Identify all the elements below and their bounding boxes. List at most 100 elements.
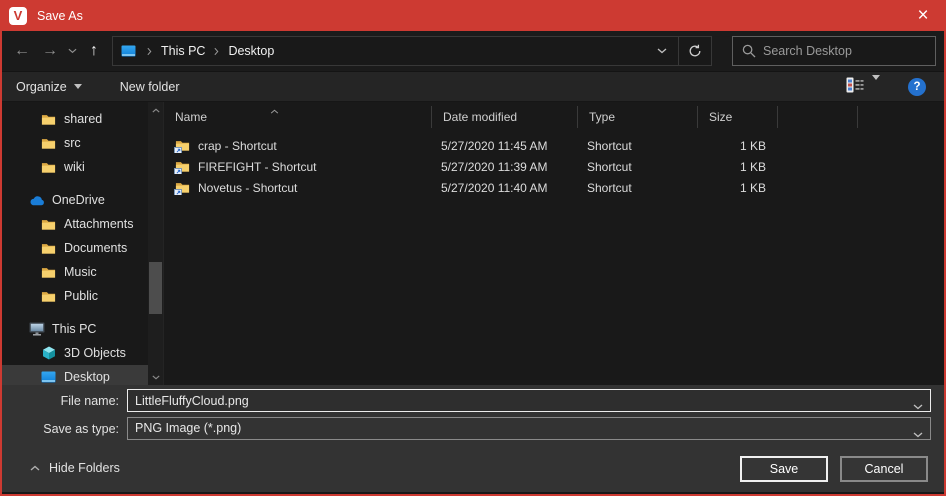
folder-icon: [40, 242, 57, 255]
list-header: Name Date modified Type Size: [164, 102, 944, 132]
chevron-down-icon: [74, 84, 82, 89]
column-header-type[interactable]: Type: [578, 106, 698, 128]
scroll-down-icon[interactable]: [148, 369, 163, 385]
new-folder-button[interactable]: New folder: [120, 80, 180, 94]
sidebar-item-label: 3D Objects: [64, 346, 126, 360]
sidebar-item-wiki[interactable]: wiki: [2, 155, 148, 179]
shortcut-arrow-icon: [174, 147, 182, 153]
column-header-date-modified[interactable]: Date modified: [432, 106, 578, 128]
shortcut-arrow-icon: [174, 189, 182, 195]
file-size: 1 KB: [698, 181, 778, 195]
column-header-blank: [778, 106, 858, 128]
sidebar-item-label: Documents: [64, 241, 127, 255]
address-dropdown-icon[interactable]: [646, 37, 678, 65]
refresh-icon[interactable]: [679, 37, 711, 65]
folder-icon: [40, 218, 57, 231]
sidebar-item-label: Music: [64, 265, 97, 279]
view-dropdown-icon[interactable]: [872, 80, 880, 94]
file-name-label: File name:: [2, 394, 127, 408]
sidebar-item-src[interactable]: src: [2, 131, 148, 155]
back-button[interactable]: ←: [8, 37, 36, 65]
table-row[interactable]: Novetus - Shortcut 5/27/2020 11:40 AM Sh…: [164, 177, 944, 198]
breadcrumb-desktop[interactable]: Desktop: [224, 44, 278, 58]
breadcrumb-chevron-icon: [142, 47, 157, 56]
file-type: Shortcut: [578, 139, 698, 153]
file-date: 5/27/2020 11:45 AM: [432, 139, 578, 153]
desktop-icon: [40, 371, 57, 383]
search-input[interactable]: [763, 44, 935, 58]
folder-icon: [40, 290, 57, 303]
cancel-button[interactable]: Cancel: [840, 456, 928, 482]
chevron-down-icon[interactable]: [913, 425, 923, 443]
file-type: Shortcut: [578, 181, 698, 195]
file-name: crap - Shortcut: [198, 139, 277, 153]
shortcut-arrow-icon: [174, 168, 182, 174]
folder-icon: [40, 113, 57, 126]
sidebar-scrollbar[interactable]: [148, 102, 163, 385]
help-icon[interactable]: ?: [908, 78, 926, 96]
organize-button[interactable]: Organize: [16, 80, 82, 94]
file-list: Name Date modified Type Size crap: [163, 102, 944, 385]
chevron-down-icon[interactable]: [913, 397, 923, 415]
shortcut-folder-icon: [175, 139, 191, 153]
footer-bar: Hide Folders Save Cancel: [2, 445, 944, 492]
address-bar[interactable]: This PC Desktop: [112, 36, 712, 66]
column-header-name[interactable]: Name: [164, 106, 432, 128]
content-area: shared src wiki OneDrive: [2, 102, 944, 385]
column-header-size[interactable]: Size: [698, 106, 778, 128]
sidebar-item-label: wiki: [64, 160, 85, 174]
sidebar-item-label: OneDrive: [52, 193, 105, 207]
table-row[interactable]: crap - Shortcut 5/27/2020 11:45 AM Short…: [164, 135, 944, 156]
recent-locations-icon[interactable]: [64, 37, 80, 65]
hide-folders-button[interactable]: Hide Folders: [30, 461, 120, 475]
sidebar-item-attachments[interactable]: Attachments: [2, 212, 148, 236]
file-size: 1 KB: [698, 160, 778, 174]
fields-panel: File name: Save as type: PNG Image (*.pn…: [2, 385, 944, 445]
file-name: FIREFIGHT - Shortcut: [198, 160, 316, 174]
sidebar-item-public[interactable]: Public: [2, 284, 148, 308]
table-row[interactable]: FIREFIGHT - Shortcut 5/27/2020 11:39 AM …: [164, 156, 944, 177]
sidebar-item-label: Attachments: [64, 217, 133, 231]
sidebar-item-desktop[interactable]: Desktop: [2, 365, 148, 385]
forward-button[interactable]: →: [36, 37, 64, 65]
save-as-type-label: Save as type:: [2, 422, 127, 436]
sidebar-item-music[interactable]: Music: [2, 260, 148, 284]
organize-label: Organize: [16, 80, 67, 94]
scrollbar-thumb[interactable]: [149, 262, 162, 314]
sidebar-item-documents[interactable]: Documents: [2, 236, 148, 260]
sidebar-item-this-pc[interactable]: This PC: [2, 317, 148, 341]
search-box[interactable]: [732, 36, 936, 66]
sidebar-item-label: This PC: [52, 322, 96, 336]
breadcrumb-chevron-icon: [209, 47, 224, 56]
folder-icon: [40, 161, 57, 174]
file-date: 5/27/2020 11:39 AM: [432, 160, 578, 174]
sort-ascending-icon: [270, 103, 279, 117]
navigation-bar: ← → ↑ This PC Desktop: [2, 31, 944, 71]
sidebar-item-shared[interactable]: shared: [2, 107, 148, 131]
file-date: 5/27/2020 11:40 AM: [432, 181, 578, 195]
up-button[interactable]: ↑: [80, 37, 108, 65]
file-name-input[interactable]: [127, 389, 931, 412]
breadcrumb-this-pc[interactable]: This PC: [157, 44, 209, 58]
save-as-type-select[interactable]: PNG Image (*.png): [127, 417, 931, 440]
3d-objects-icon: [40, 346, 57, 360]
save-button[interactable]: Save: [740, 456, 828, 482]
window-title: Save As: [37, 9, 83, 23]
save-as-dialog: V Save As × ← → ↑ This PC: [0, 0, 946, 496]
new-folder-label: New folder: [120, 80, 180, 94]
shortcut-folder-icon: [175, 181, 191, 195]
resize-grip[interactable]: [939, 487, 941, 489]
search-icon: [742, 44, 756, 58]
file-type: Shortcut: [578, 160, 698, 174]
sidebar-item-label: Desktop: [64, 370, 110, 384]
scroll-up-icon[interactable]: [148, 102, 163, 118]
sidebar-item-onedrive[interactable]: OneDrive: [2, 188, 148, 212]
shortcut-folder-icon: [175, 160, 191, 174]
this-pc-icon: [28, 322, 45, 336]
navigation-pane: shared src wiki OneDrive: [2, 102, 148, 385]
sidebar-item-3d-objects[interactable]: 3D Objects: [2, 341, 148, 365]
onedrive-icon: [28, 195, 45, 206]
close-icon[interactable]: ×: [900, 0, 946, 31]
file-size: 1 KB: [698, 139, 778, 153]
details-view-icon[interactable]: [846, 77, 864, 96]
